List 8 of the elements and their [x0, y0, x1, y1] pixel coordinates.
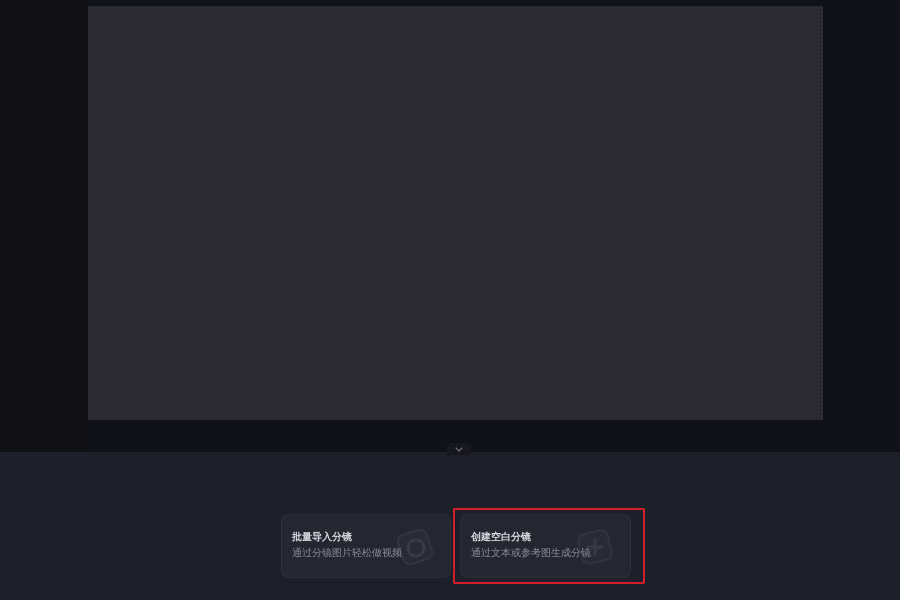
card-title: 批量导入分镜	[292, 532, 352, 544]
card-description: 通过分镜图片轻松做视频	[292, 548, 402, 560]
collapse-handle[interactable]	[447, 443, 471, 455]
option-card[interactable]: 创建空白分镜 通过文本或参考图生成分镜	[460, 514, 631, 578]
card-description: 通过文本或参考图生成分镜	[471, 548, 591, 560]
card-title: 创建空白分镜	[471, 532, 531, 544]
chevron-down-icon	[455, 446, 463, 452]
option-card[interactable]: 批量导入分镜 通过分镜图片轻松做视频	[281, 514, 451, 578]
